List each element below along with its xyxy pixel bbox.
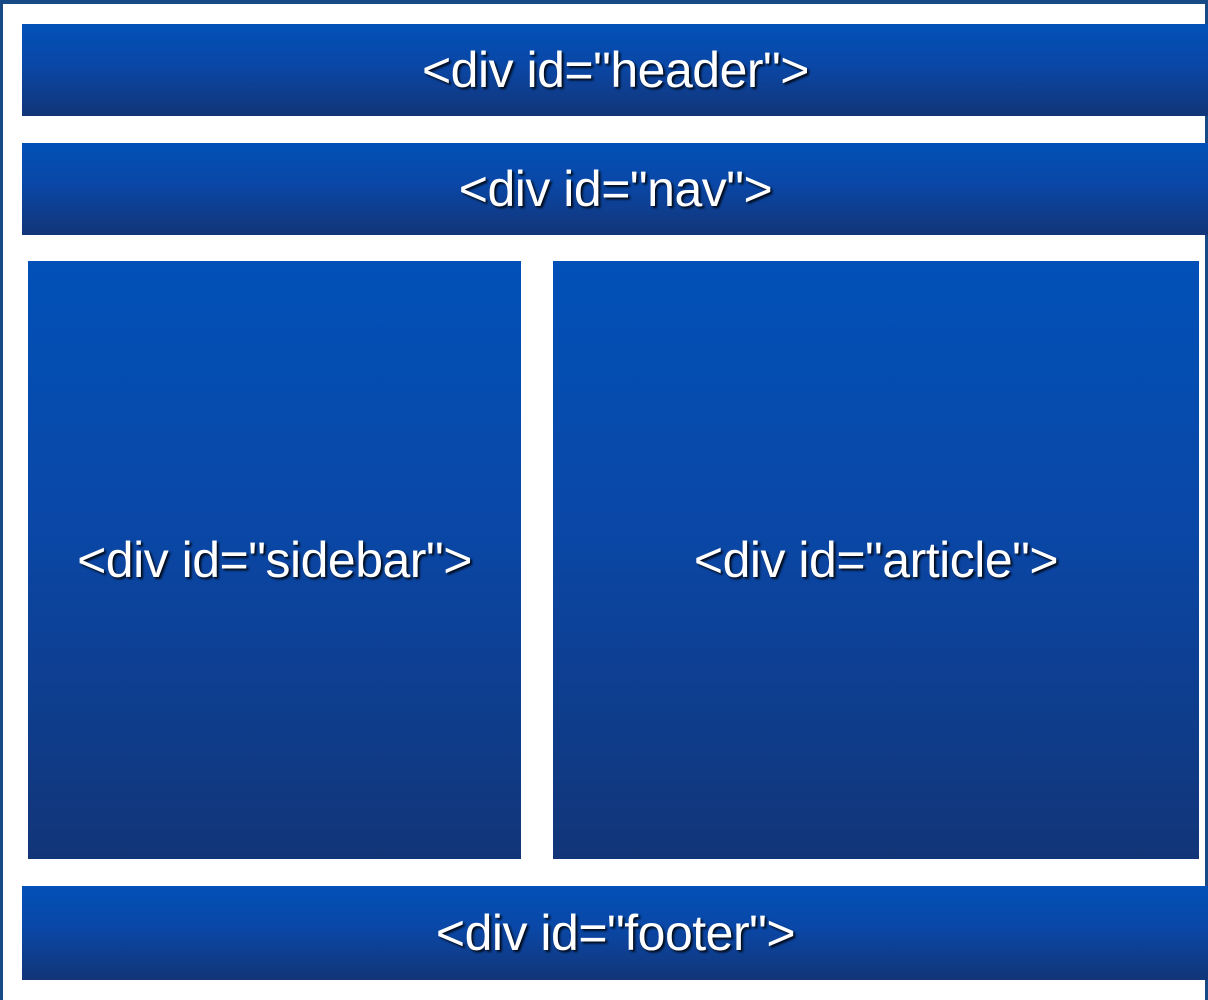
footer-block: <div id="footer"> (22, 886, 1208, 980)
nav-label: <div id="nav"> (458, 161, 773, 217)
article-label: <div id="article"> (693, 532, 1059, 588)
sidebar-block: <div id="sidebar"> (28, 261, 521, 859)
footer-label: <div id="footer"> (435, 905, 796, 961)
sidebar-label: <div id="sidebar"> (77, 532, 472, 588)
nav-block: <div id="nav"> (22, 143, 1208, 235)
article-block: <div id="article"> (553, 261, 1199, 859)
header-block: <div id="header"> (22, 24, 1208, 116)
header-label: <div id="header"> (421, 42, 810, 98)
diagram-frame: <div id="header"> <div id="nav"> <div id… (0, 0, 1208, 1000)
